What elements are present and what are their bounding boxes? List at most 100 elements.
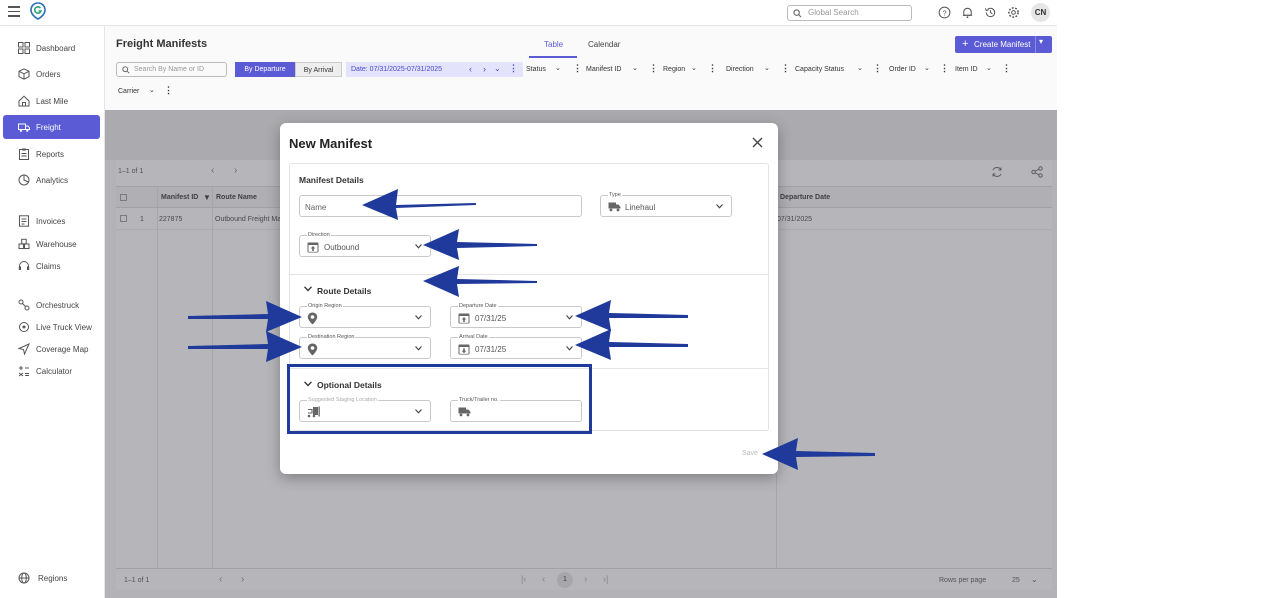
filter-manifest-id[interactable]: Manifest ID ⌄ ⋮ <box>586 62 658 77</box>
button-divider <box>1035 36 1036 53</box>
bell-icon[interactable] <box>961 6 974 19</box>
sidebar-item-label: Dashboard <box>36 44 76 53</box>
departure-date-picker[interactable]: Departure Date 07/31/25 <box>450 303 582 328</box>
sidebar-item-reports[interactable]: Reports <box>3 142 100 166</box>
sidebar-item-claims[interactable]: Claims <box>3 254 100 278</box>
sidebar-item-coverage-map[interactable]: Coverage Map <box>3 337 100 361</box>
headset-icon <box>18 261 30 270</box>
close-icon[interactable] <box>752 137 763 148</box>
arrival-date-label: Arrival Date <box>458 334 489 340</box>
clipboard-icon <box>19 148 29 160</box>
more-icon[interactable]: ⋮ <box>164 85 173 96</box>
chevron-down-icon <box>415 244 422 249</box>
sidebar-item-label: Claims <box>36 262 61 271</box>
box-icon <box>18 68 30 80</box>
manifest-details-heading: Manifest Details <box>299 175 364 185</box>
sidebar-item-invoices[interactable]: Invoices <box>3 209 100 233</box>
more-icon[interactable]: ⋮ <box>940 63 949 74</box>
chevron-down-icon: ⌄ <box>555 65 561 72</box>
sidebar-item-live-truck-view[interactable]: Live Truck View <box>3 315 100 339</box>
help-icon[interactable]: ? <box>938 6 951 19</box>
chevron-down-icon[interactable]: ⌄ <box>494 64 501 73</box>
sidebar-item-label: Regions <box>38 574 68 583</box>
history-icon[interactable] <box>984 6 997 19</box>
chevron-down-icon <box>566 315 573 320</box>
filter-status[interactable]: Status ⌄ ⋮ <box>526 62 584 77</box>
more-icon[interactable]: ⋮ <box>649 63 658 74</box>
filter-direction[interactable]: Direction ⌄ ⋮ <box>726 62 790 77</box>
chevron-down-icon: ⌄ <box>691 65 697 72</box>
sidebar-item-label: Invoices <box>36 217 66 226</box>
gear-icon[interactable] <box>1007 6 1020 19</box>
search-icon <box>122 66 130 74</box>
chevron-right-icon[interactable]: › <box>483 64 486 74</box>
chevron-down-icon: ⌄ <box>764 65 770 72</box>
by-arrival-toggle[interactable]: By Arrival <box>295 62 342 77</box>
sidebar-item-calculator[interactable]: Calculator <box>3 359 100 383</box>
chevron-down-icon[interactable] <box>304 286 312 292</box>
origin-region-select[interactable]: Origin Region <box>299 303 431 328</box>
more-icon[interactable]: ⋮ <box>873 63 882 74</box>
filter-item-id[interactable]: Item ID ⌄ ⋮ <box>955 62 1011 77</box>
global-search-input[interactable]: Global Search <box>787 5 912 21</box>
sidebar-item-dashboard[interactable]: Dashboard <box>3 36 100 60</box>
location-pin-icon <box>307 312 318 325</box>
more-icon[interactable]: ⋮ <box>509 63 518 74</box>
departure-date-value: 07/31/25 <box>475 314 507 323</box>
filter-carrier[interactable]: Carrier ⌄ ⋮ <box>118 84 173 99</box>
invoice-icon <box>19 215 29 227</box>
arrival-date-value: 07/31/25 <box>475 345 507 354</box>
chevron-down-icon[interactable]: ▾ <box>1039 37 1043 46</box>
sidebar-item-label: Orders <box>36 70 61 79</box>
filter-capacity-status[interactable]: Capacity Status ⌄ ⋮ <box>795 62 885 77</box>
calculator-icon <box>18 366 29 377</box>
filter-label: Capacity Status <box>795 66 845 73</box>
sidebar-item-analytics[interactable]: Analytics <box>3 168 100 192</box>
by-departure-toggle[interactable]: By Departure <box>235 62 295 77</box>
filter-label: Direction <box>726 66 754 73</box>
create-manifest-button[interactable]: + Create Manifest ▾ <box>955 36 1052 53</box>
save-button[interactable]: Save <box>742 450 758 457</box>
sidebar-item-orchestruck[interactable]: Orchestruck <box>3 293 100 317</box>
house-icon <box>18 95 30 107</box>
type-select[interactable]: Type Linehaul <box>600 192 732 217</box>
dialog-title: New Manifest <box>289 136 373 151</box>
arrival-date-picker[interactable]: Arrival Date 07/31/25 <box>450 334 582 359</box>
chevron-down-icon <box>566 346 573 351</box>
chevron-left-icon[interactable]: ‹ <box>469 64 472 74</box>
sidebar-item-warehouse[interactable]: Warehouse <box>3 232 100 256</box>
date-range-label: Date: 07/31/2025-07/31/2025 <box>351 66 443 73</box>
tab-calendar[interactable]: Calendar <box>588 40 620 49</box>
filter-region[interactable]: Region ⌄ ⋮ <box>663 62 717 77</box>
route-details-heading[interactable]: Route Details <box>317 286 371 296</box>
page-title: Freight Manifests <box>116 38 208 50</box>
sidebar-item-regions[interactable]: Regions <box>3 566 100 590</box>
name-input[interactable]: Name <box>299 195 582 217</box>
date-range-filter[interactable]: Date: 07/31/2025-07/31/2025 ‹ › ⌄ ⋮ <box>346 62 523 77</box>
destination-region-select[interactable]: Destination Region <box>299 334 431 359</box>
manifest-search-input[interactable]: Search By Name or ID <box>116 62 227 77</box>
plus-icon: + <box>962 38 969 50</box>
top-bar: Global Search ? CN <box>0 0 1057 26</box>
direction-select[interactable]: Direction Outbound <box>299 232 431 257</box>
sidebar-item-orders[interactable]: Orders <box>3 62 100 86</box>
type-value: Linehaul <box>625 203 656 212</box>
filter-order-id[interactable]: Order ID ⌄ ⋮ <box>889 62 949 77</box>
more-icon[interactable]: ⋮ <box>573 63 582 74</box>
more-icon[interactable]: ⋮ <box>708 63 717 74</box>
more-icon[interactable]: ⋮ <box>1002 63 1011 74</box>
sidebar-item-label: Orchestruck <box>36 301 80 310</box>
truck-icon <box>608 202 621 212</box>
direction-label: Direction <box>307 232 331 238</box>
chevron-down-icon: ⌄ <box>986 65 992 72</box>
hamburger-menu-icon[interactable] <box>8 6 20 18</box>
departure-date-label: Departure Date <box>458 303 498 309</box>
sidebar-item-freight[interactable]: Freight <box>3 115 100 139</box>
sidebar-item-label: Last Mile <box>36 97 69 106</box>
app-logo-icon[interactable] <box>30 2 46 20</box>
more-icon[interactable]: ⋮ <box>781 63 790 74</box>
tab-table[interactable]: Table <box>544 40 563 49</box>
sidebar-item-last-mile[interactable]: Last Mile <box>3 89 100 113</box>
orchestruck-icon <box>18 299 30 311</box>
user-avatar[interactable]: CN <box>1031 3 1050 22</box>
